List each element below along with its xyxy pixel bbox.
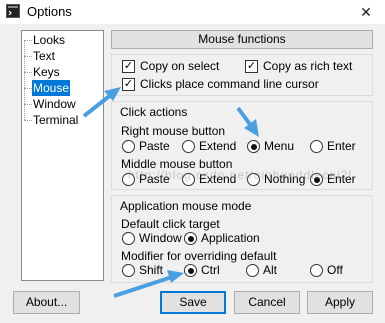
right-button-label: Right mouse button	[121, 124, 226, 138]
save-button[interactable]: Save	[160, 291, 226, 314]
app-mouse-mode-title: Application mouse mode	[120, 199, 252, 213]
close-icon[interactable]: ✕	[356, 4, 376, 20]
tree-item-label: Looks	[33, 33, 66, 47]
title-bar: Options ✕	[0, 0, 385, 24]
cancel-button[interactable]: Cancel	[234, 291, 300, 314]
tree-item-label: Text	[33, 49, 56, 63]
tree-item-label: Mouse	[32, 80, 71, 96]
copy-options-group: ✓ Copy on select ✓ Copy as rich text ✓ C…	[111, 54, 373, 96]
section-header: Mouse functions	[111, 30, 373, 49]
terminal-app-icon	[6, 4, 20, 18]
click-actions-title: Click actions	[120, 105, 188, 119]
checkmark-icon: ✓	[122, 78, 135, 91]
modifier-override-label: Modifier for overriding default	[121, 249, 277, 263]
watermark-text: http://blog.csdn.net/qinhuoddlecai2l	[128, 168, 353, 182]
default-click-target-label: Default click target	[121, 217, 220, 231]
category-tree[interactable]: Looks Text Keys Mouse Window Terminal	[21, 30, 104, 281]
checkmark-icon: ✓	[122, 60, 135, 73]
tree-item-label: Terminal	[33, 113, 79, 127]
tree-item-label: Keys	[33, 65, 60, 79]
about-button[interactable]: About...	[13, 291, 80, 314]
tree-item-label: Window	[33, 97, 76, 111]
checkmark-icon: ✓	[245, 60, 258, 73]
window-title: Options	[27, 4, 72, 19]
tree-connector-line	[24, 40, 25, 120]
apply-button[interactable]: Apply	[307, 291, 373, 314]
application-mouse-mode-group: Application mouse mode Default click tar…	[111, 195, 373, 283]
